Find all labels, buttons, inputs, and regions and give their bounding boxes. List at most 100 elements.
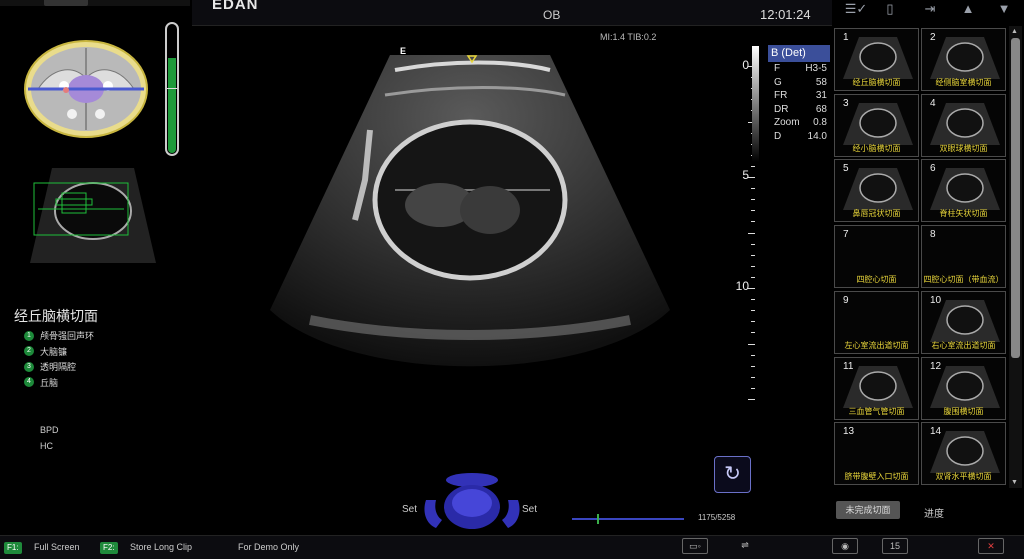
plane-cell-13[interactable]: 13 脐带腹壁入口切面 xyxy=(834,422,919,486)
depth-tick xyxy=(751,332,755,334)
plane-caption: 经小脑横切面 xyxy=(852,143,901,153)
plane-cell-14[interactable]: 14 双肾水平横切面 xyxy=(921,422,1006,486)
plane-thumbnail xyxy=(930,365,1000,408)
plane-number: 13 xyxy=(843,426,855,438)
plane-caption: 右心室流出道切面 xyxy=(931,340,996,350)
store-long-clip-label[interactable]: Store Long Clip xyxy=(130,542,192,552)
demo-label: For Demo Only xyxy=(238,542,300,552)
step-label: 大脑镰 xyxy=(40,346,68,357)
plane-number: 8 xyxy=(930,229,936,241)
scroll-down-icon[interactable]: ▼ xyxy=(1011,479,1018,486)
param-key: F xyxy=(774,63,781,74)
scroll-thumb[interactable] xyxy=(1011,38,1020,358)
plane-cell-9[interactable]: 9 左心室流出道切面 xyxy=(834,290,919,354)
plane-cell-5[interactable]: 5 鼻唇冠状切面 xyxy=(834,159,919,223)
head-plane-diagram xyxy=(24,40,148,138)
plane-thumbnail xyxy=(930,37,1000,79)
plane-thumbnail xyxy=(843,365,913,408)
gain-gauge-mark xyxy=(167,88,177,89)
top-bar xyxy=(192,0,832,26)
ultrasound-screen: EDAN OB 12:01:24 ☰✓ ▯ ⇥ ▲ ▼ MI:1.4 TIB:0… xyxy=(0,0,1024,559)
network-icon[interactable]: ▭◦ xyxy=(682,538,708,554)
plane-title: 经丘脑横切面 xyxy=(14,308,98,324)
depth-tick xyxy=(751,321,755,323)
f1-key[interactable]: F1: xyxy=(4,542,22,554)
plane-cell-2[interactable]: 2 经侧脑室横切面 xyxy=(921,28,1006,91)
plane-number: 7 xyxy=(843,229,849,241)
plane-cell-7[interactable]: 7 四腔心切面 xyxy=(834,225,919,289)
checklist-item: 1 颅骨强回声环 xyxy=(24,328,94,344)
set-right-label[interactable]: Set xyxy=(522,504,537,515)
depth-tick xyxy=(748,232,755,234)
depth-tick xyxy=(751,387,755,389)
progress-label[interactable]: 进度 xyxy=(924,505,944,520)
plane-caption: 经侧脑室横切面 xyxy=(935,78,992,87)
clip-counter-icon[interactable]: 15 xyxy=(882,538,908,554)
status-box xyxy=(44,0,88,6)
plane-cell-6[interactable]: 6 脊柱矢状切面 xyxy=(921,159,1006,223)
set-left-label[interactable]: Set xyxy=(402,504,417,515)
depth-tick xyxy=(751,276,755,278)
param-value: 31 xyxy=(815,90,827,101)
plane-cell-4[interactable]: 4 双眼球横切面 xyxy=(921,93,1006,157)
param-value: 68 xyxy=(815,103,827,115)
usb-icon[interactable]: ⇌ xyxy=(732,538,758,554)
param-key: FR xyxy=(774,90,788,101)
param-row: F H3-5 xyxy=(768,62,830,76)
disc-icon[interactable]: ◉ xyxy=(832,538,858,554)
param-key: DR xyxy=(774,103,789,115)
plane-thumbnail xyxy=(843,168,913,211)
arrow-down-icon[interactable]: ▼ xyxy=(986,0,1022,20)
plane-cell-10[interactable]: 10 右心室流出道切面 xyxy=(921,290,1006,354)
trackball-icon[interactable] xyxy=(420,470,524,532)
plane-grid-scrollbar[interactable]: ▲ ▼ xyxy=(1009,26,1022,488)
plane-thumbnail xyxy=(930,299,1000,342)
depth-tick xyxy=(748,343,755,345)
checklist-icon[interactable]: ☰✓ xyxy=(838,0,874,20)
plane-cell-3[interactable]: 3 经小脑横切面 xyxy=(834,93,919,157)
phone-icon[interactable]: ▯ xyxy=(872,0,908,20)
plane-cell-12[interactable]: 12 腹围横切面 xyxy=(921,356,1006,420)
param-row: G 58 xyxy=(768,76,830,90)
refresh-button[interactable]: ↻ xyxy=(714,456,751,493)
depth-tick xyxy=(751,199,755,201)
cine-bar[interactable] xyxy=(572,514,684,524)
plane-caption: 经丘脑横切面 xyxy=(852,78,901,87)
plane-cell-11[interactable]: 11 三血管气管切面 xyxy=(834,356,919,420)
exit-icon[interactable]: ⇥ xyxy=(912,0,948,20)
plane-caption: 鼻唇冠状切面 xyxy=(852,209,901,219)
measurement-bpd[interactable]: BPD xyxy=(40,425,59,435)
plane-caption: 四腔心切面（带血流） xyxy=(923,275,1004,285)
measurement-hc[interactable]: HC xyxy=(40,441,53,451)
depth-tick xyxy=(751,310,755,312)
delete-icon[interactable]: ✕ xyxy=(978,538,1004,554)
plane-thumbnail xyxy=(930,168,1000,211)
unfinished-planes-button[interactable]: 未完成切面 xyxy=(836,501,900,519)
refresh-icon: ↻ xyxy=(724,463,741,485)
plane-caption: 脊柱矢状切面 xyxy=(939,209,988,219)
plane-caption: 脐带腹壁入口切面 xyxy=(844,472,909,482)
cine-position[interactable] xyxy=(596,514,599,524)
arrow-up-icon[interactable]: ▲ xyxy=(950,0,986,20)
plane-thumbnail xyxy=(843,37,913,79)
brand-logo: EDAN xyxy=(212,0,259,13)
depth-tick xyxy=(751,221,755,223)
step-number: 1 xyxy=(24,330,34,341)
step-number: 3 xyxy=(24,361,34,372)
plane-cell-1[interactable]: 1 经丘脑横切面 xyxy=(834,28,919,91)
plane-cell-8[interactable]: 8 四腔心切面（带血流） xyxy=(921,225,1006,289)
reference-thumbnail xyxy=(30,168,156,263)
plane-caption: 三血管气管切面 xyxy=(848,406,905,416)
depth-tick xyxy=(751,210,755,212)
scroll-up-icon[interactable]: ▲ xyxy=(1011,28,1018,35)
plane-caption: 四腔心切面 xyxy=(856,275,897,285)
param-value: 58 xyxy=(815,76,827,88)
f2-key[interactable]: F2: xyxy=(100,542,118,554)
full-screen-label[interactable]: Full Screen xyxy=(34,542,80,552)
plane-caption: 腹围横切面 xyxy=(943,406,984,416)
mode-label[interactable]: B (Det) xyxy=(768,45,830,62)
depth-tick xyxy=(748,399,755,400)
param-row: Zoom 0.8 xyxy=(768,116,830,130)
step-number: 2 xyxy=(24,346,34,357)
gain-gauge-fill xyxy=(168,58,176,153)
